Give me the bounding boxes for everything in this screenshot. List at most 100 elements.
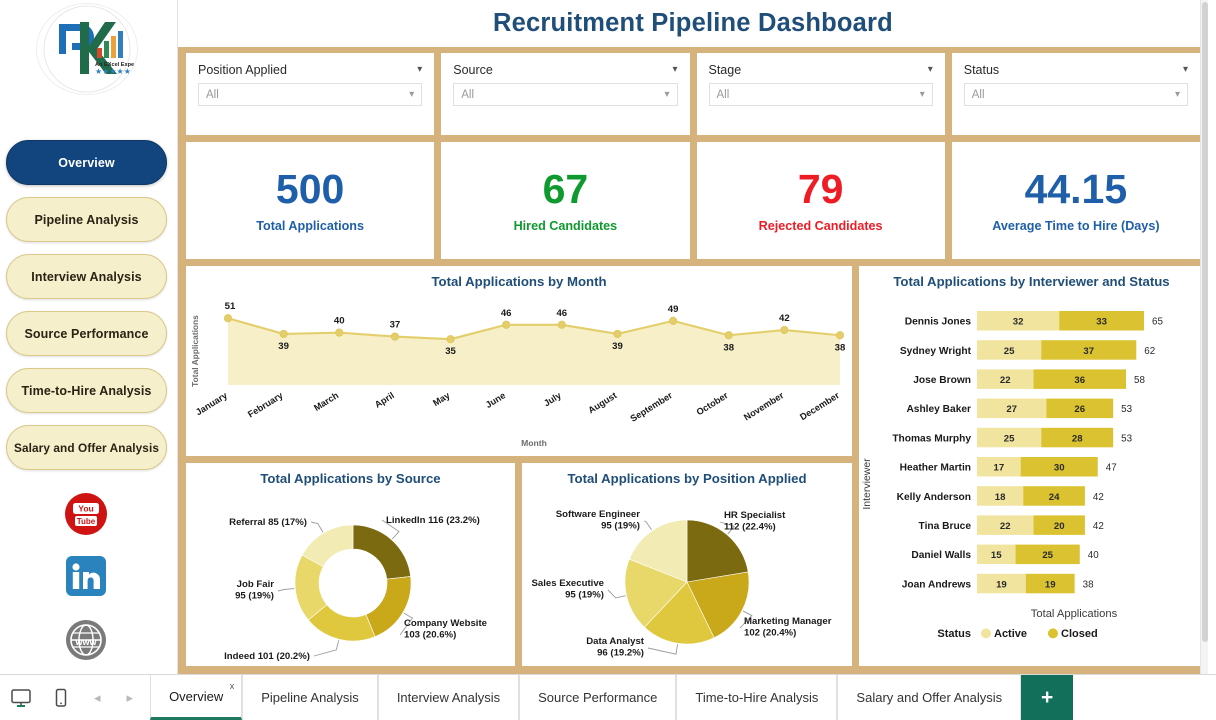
svg-text:51: 51 (225, 301, 236, 312)
svg-text:37: 37 (390, 320, 401, 331)
filter-source[interactable]: Source ▾ All ▾ (441, 53, 690, 135)
pie-label: Software Engineer (556, 509, 640, 520)
sheet-tab-salary-and-offer-analysis[interactable]: Salary and Offer Analysis (837, 675, 1022, 720)
svg-text:February: February (246, 390, 285, 420)
view-mode-icons: ◂ ▸ (0, 675, 150, 720)
chevron-down-icon[interactable]: ▾ (417, 65, 422, 75)
bottom-charts-row: Total Applications by Source LinkedIn 11… (186, 463, 852, 666)
sidebar-item-time-to-hire-analysis[interactable]: Time-to-Hire Analysis (6, 368, 167, 413)
y-axis-label: Interviewer (861, 458, 873, 510)
legend-item: Active (994, 628, 1027, 640)
filter-header[interactable]: Status ▾ (964, 63, 1188, 83)
pie-label: 102 (20.4%) (744, 628, 796, 639)
linkedin-icon[interactable] (62, 552, 110, 600)
pie-label: Marketing Manager (744, 616, 832, 627)
sheet-tab-source-performance[interactable]: Source Performance (519, 675, 677, 720)
svg-text:17: 17 (994, 463, 1005, 474)
close-icon[interactable]: x (230, 681, 235, 691)
pie-label: Referral 85 (17%) (229, 517, 307, 528)
scrollbar-thumb[interactable] (1202, 2, 1208, 642)
svg-text:You: You (78, 504, 93, 514)
svg-text:22: 22 (1000, 521, 1011, 532)
kpi-total-applications: 500 Total Applications (186, 142, 435, 259)
youtube-icon[interactable]: You Tube (62, 490, 110, 538)
filter-header[interactable]: Stage ▾ (709, 63, 933, 83)
svg-text:38: 38 (723, 342, 734, 353)
prev-sheet-button[interactable]: ◂ (90, 690, 105, 706)
sheet-tab-overview[interactable]: Overview x (150, 675, 243, 720)
chevron-down-icon[interactable]: ▾ (928, 65, 933, 75)
chart-applications-by-position: Total Applications by Position Applied H… (522, 463, 852, 666)
svg-text:42: 42 (1093, 492, 1104, 503)
y-axis-label: Total Applications (190, 315, 200, 387)
sheet-tab-label: Overview (169, 688, 224, 704)
chevron-down-icon[interactable]: ▾ (920, 89, 925, 100)
kpi-label: Total Applications (256, 218, 364, 233)
sheet-tab-label: Source Performance (538, 690, 658, 705)
kpi-value: 79 (797, 166, 844, 213)
svg-text:40: 40 (334, 316, 345, 327)
svg-text:August: August (586, 390, 618, 415)
chevron-down-icon[interactable]: ▾ (664, 89, 669, 100)
sidebar-item-salary-and-offer-analysis[interactable]: Salary and Offer Analysis (6, 425, 167, 470)
svg-text:Ashley Baker: Ashley Baker (906, 404, 971, 415)
filter-status[interactable]: Status ▾ All ▾ (951, 53, 1200, 135)
filter-stage[interactable]: Stage ▾ All ▾ (696, 53, 945, 135)
svg-text:38: 38 (1083, 579, 1094, 590)
sheet-tab-interview-analysis[interactable]: Interview Analysis (377, 675, 520, 720)
chevron-down-icon[interactable]: ▾ (1175, 89, 1180, 100)
chart-applications-by-month: Total Applications by Month Total Applic… (186, 266, 852, 456)
svg-text:Heather Martin: Heather Martin (900, 463, 971, 474)
svg-text:42: 42 (779, 313, 790, 324)
filter-select[interactable]: All ▾ (708, 83, 933, 106)
svg-text:49: 49 (668, 304, 679, 315)
main-area: Recruitment Pipeline Dashboard Position … (178, 0, 1208, 674)
sheet-tab-time-to-hire-analysis[interactable]: Time-to-Hire Analysis (676, 675, 838, 720)
sheet-tab-label: Salary and Offer Analysis (856, 690, 1003, 705)
kpi-rejected-candidates: 79 Rejected Candidates (696, 142, 945, 259)
filter-select[interactable]: All ▾ (453, 83, 678, 106)
sidebar: An EXcel Expert ★★★★★ Overview Pipeline … (0, 0, 178, 674)
filter-header[interactable]: Source ▾ (453, 63, 677, 83)
chart-title: Total Applications by Month (431, 274, 607, 289)
sidebar-item-label: Overview (58, 155, 115, 170)
vertical-scrollbar[interactable] (1200, 0, 1208, 674)
chart-title: Total Applications by Interviewer and St… (893, 274, 1170, 289)
x-axis-label: Month (521, 438, 547, 448)
desktop-view-icon[interactable] (10, 687, 32, 709)
chart-applications-by-source: Total Applications by Source LinkedIn 11… (186, 463, 515, 666)
chevron-down-icon[interactable]: ▾ (672, 65, 677, 75)
sheet-tab-pipeline-analysis[interactable]: Pipeline Analysis (242, 675, 378, 720)
sheet-tab-label: Interview Analysis (396, 690, 501, 705)
filter-select[interactable]: All ▾ (963, 83, 1188, 106)
pie-label: Data Analyst (586, 636, 645, 647)
filter-select[interactable]: All ▾ (198, 83, 423, 106)
svg-text:September: September (629, 390, 675, 424)
sidebar-item-source-performance[interactable]: Source Performance (6, 311, 167, 356)
filter-value: All (206, 88, 219, 101)
svg-text:53: 53 (1121, 404, 1132, 415)
svg-text:20: 20 (1054, 521, 1065, 532)
legend-title: Status (937, 628, 971, 640)
filter-row: Position Applied ▾ All ▾ Source ▾ All ▾ … (186, 53, 1200, 135)
sidebar-item-label: Time-to-Hire Analysis (21, 383, 152, 398)
kpi-label: Average Time to Hire (Days) (992, 218, 1160, 233)
filter-header[interactable]: Position Applied ▾ (198, 63, 422, 83)
kpi-label: Hired Candidates (513, 218, 618, 233)
x-axis-label: Total Applications (1031, 608, 1118, 620)
sidebar-item-interview-analysis[interactable]: Interview Analysis (6, 254, 167, 299)
add-sheet-button[interactable]: + (1021, 675, 1074, 720)
mobile-view-icon[interactable] (50, 687, 72, 709)
svg-text:Thomas Murphy: Thomas Murphy (892, 433, 971, 444)
svg-text:36: 36 (1074, 375, 1085, 386)
svg-text:19: 19 (996, 579, 1007, 590)
chevron-down-icon[interactable]: ▾ (409, 89, 414, 100)
sidebar-item-overview[interactable]: Overview (6, 140, 167, 185)
sidebar-item-pipeline-analysis[interactable]: Pipeline Analysis (6, 197, 167, 242)
chevron-down-icon[interactable]: ▾ (1183, 65, 1188, 75)
next-sheet-button[interactable]: ▸ (123, 690, 138, 706)
filter-position-applied[interactable]: Position Applied ▾ All ▾ (186, 53, 435, 135)
website-icon[interactable]: www (62, 616, 110, 664)
sheet-tab-label: Time-to-Hire Analysis (695, 690, 819, 705)
title-bar: Recruitment Pipeline Dashboard (178, 0, 1208, 47)
